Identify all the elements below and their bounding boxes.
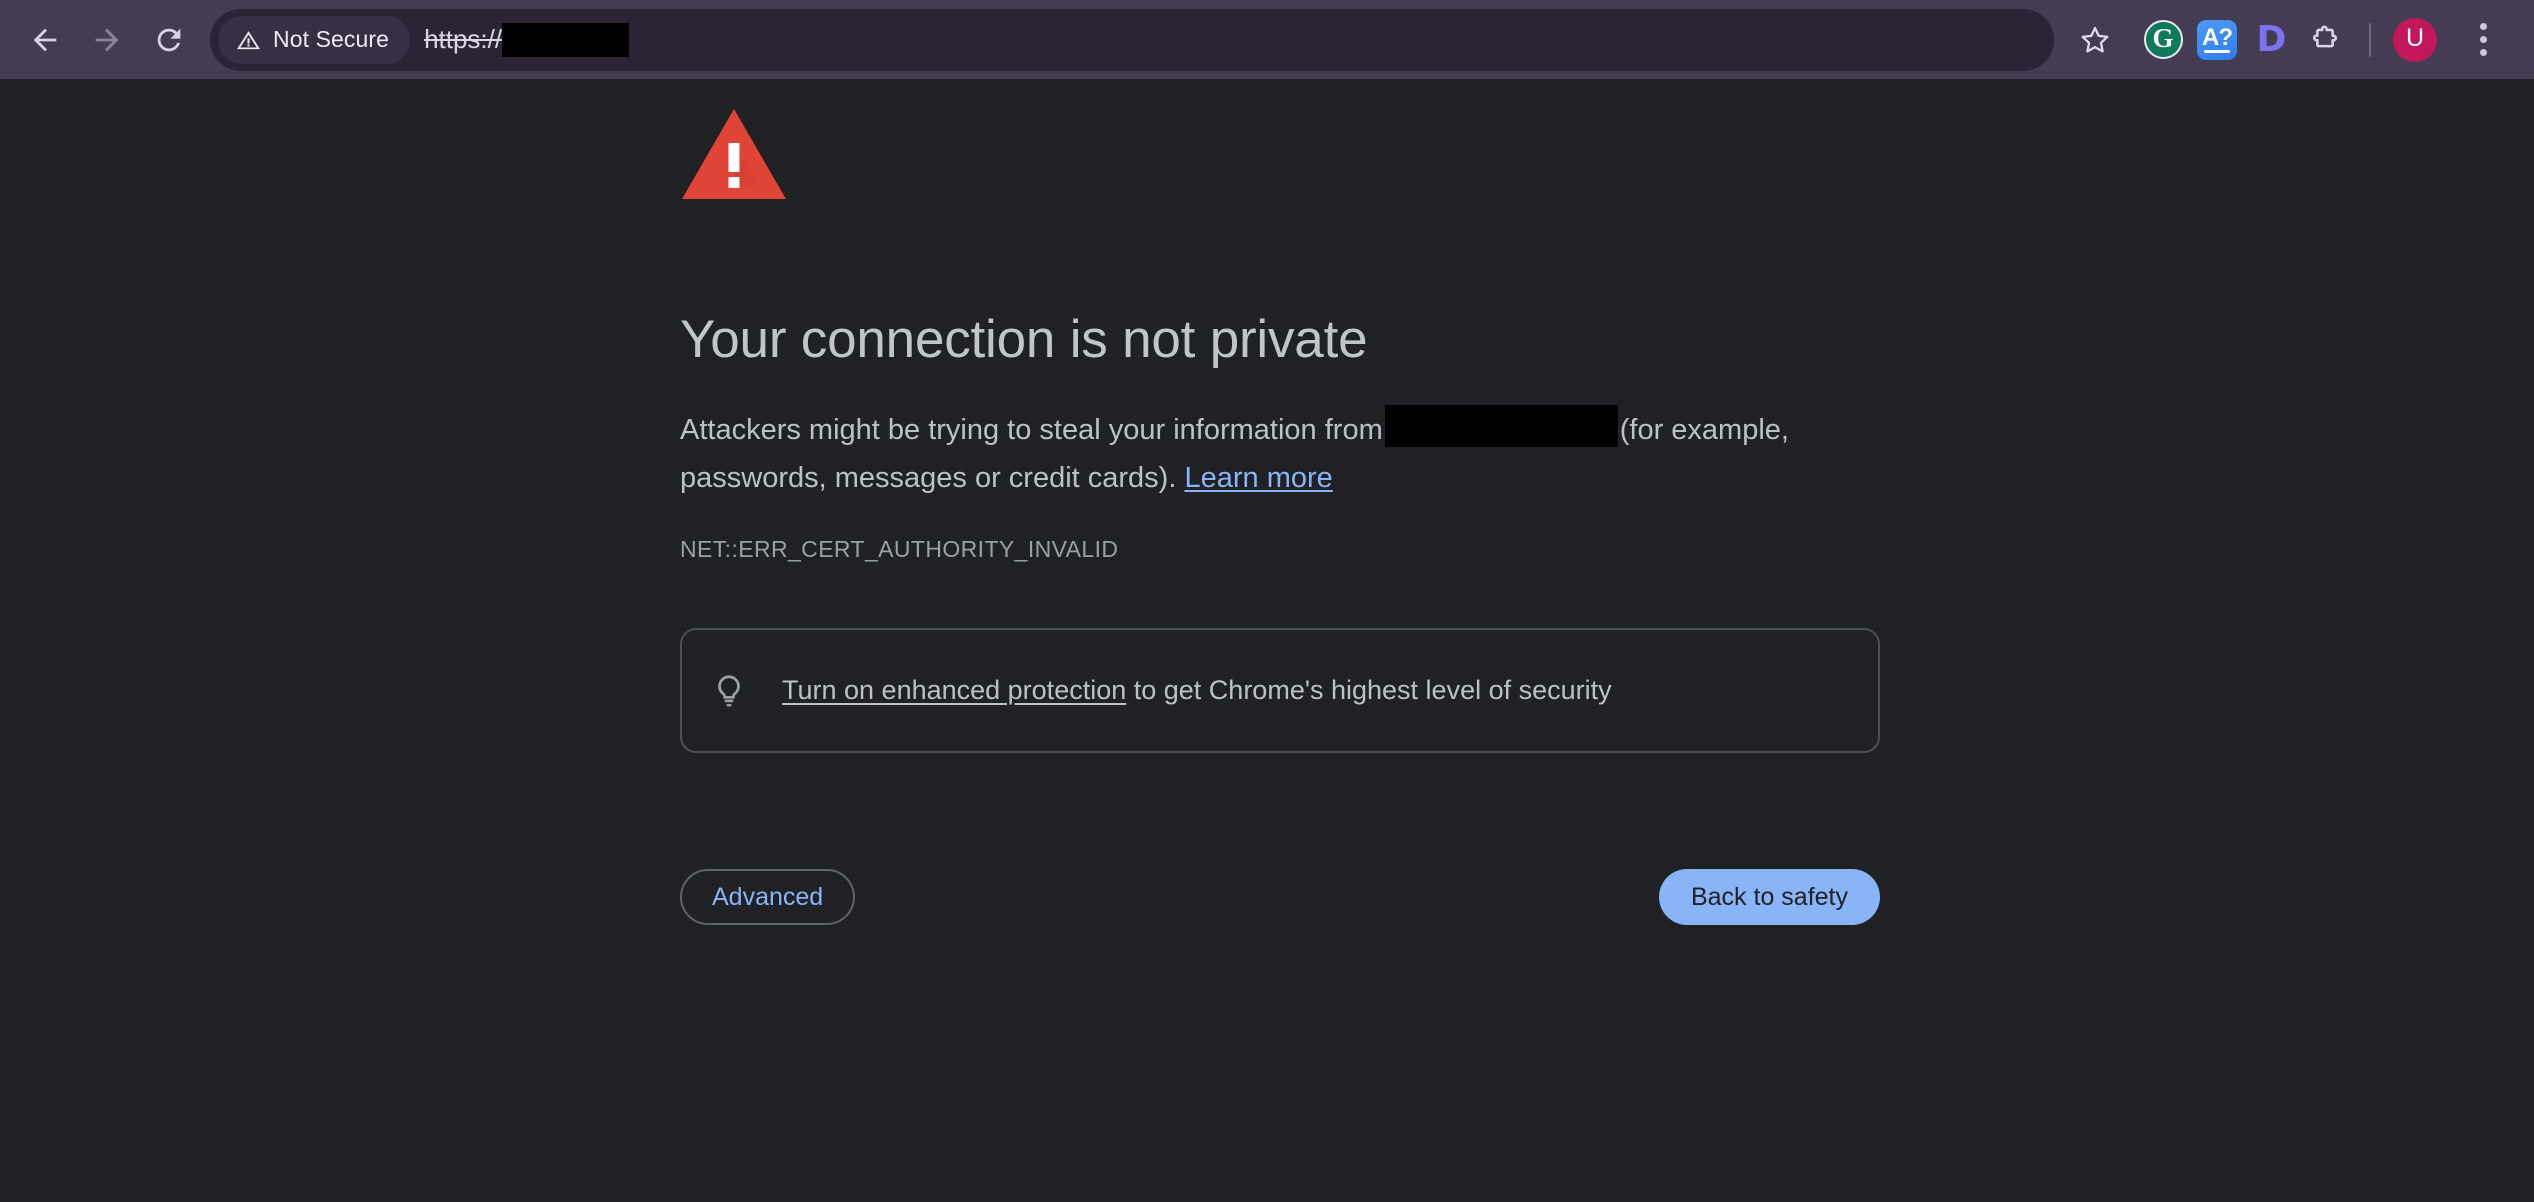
forward-arrow-icon (95, 28, 119, 51)
dictionary-letter: A? (2202, 24, 2233, 51)
host-redaction-box (1384, 405, 1618, 447)
security-status-chip[interactable]: Not Secure (218, 15, 411, 64)
avatar: U (2393, 17, 2437, 62)
interstitial-content: Your connection is not private Attackers… (680, 107, 1880, 925)
enhanced-protection-box[interactable]: Turn on enhanced protection to get Chrom… (680, 628, 1880, 753)
interstitial-description: Attackers might be trying to steal your … (680, 405, 1865, 502)
avatar-initial: U (2405, 24, 2425, 52)
warning-triangle-icon (237, 31, 260, 50)
back-to-safety-button[interactable]: Back to safety (1658, 869, 1880, 925)
url-scheme: https:// (424, 24, 503, 54)
url-host-redaction-box (502, 22, 630, 57)
enhanced-protection-text: Turn on enhanced protection to get Chrom… (782, 675, 1612, 706)
reload-button[interactable] (138, 9, 200, 71)
extensions-puzzle-icon (2312, 25, 2338, 47)
enhanced-protection-rest: to get Chrome's highest level of securit… (1126, 675, 1612, 705)
red-warning-triangle-icon (680, 107, 1880, 207)
grammarly-extension-button[interactable]: G (2136, 13, 2190, 67)
security-status-label: Not Secure (273, 26, 390, 52)
interstitial-page: Your connection is not private Attackers… (0, 79, 2534, 1202)
interstitial-actions: Advanced Back to safety (680, 869, 1880, 925)
forward-button[interactable] (76, 9, 138, 71)
back-button[interactable] (14, 9, 76, 71)
toolbar-divider (2369, 22, 2371, 57)
back-arrow-icon (33, 28, 57, 51)
kebab-menu-icon (2479, 23, 2487, 56)
lightbulb-icon (718, 674, 740, 706)
extensions-button[interactable] (2298, 13, 2352, 67)
profile-avatar-button[interactable]: U (2388, 13, 2442, 67)
page-title: Your connection is not private (680, 310, 1368, 369)
dictionary-extension-icon: A? (2197, 19, 2237, 60)
bookmark-star-button[interactable] (2068, 13, 2122, 67)
url-text[interactable]: https:// (424, 22, 2046, 57)
turn-on-enhanced-protection-link[interactable]: Turn on enhanced protection (782, 675, 1126, 705)
address-bar[interactable]: Not Secure https:// (210, 8, 2054, 71)
browser-toolbar: Not Secure https:// G A? D U (0, 0, 2534, 79)
d-extension-icon: D (2256, 18, 2287, 60)
grammarly-extension-icon: G (2143, 20, 2183, 59)
d-extension-button[interactable]: D (2244, 13, 2298, 67)
grammarly-letter: G (2152, 23, 2174, 53)
reload-icon (157, 28, 181, 51)
description-part-one: Attackers might be trying to steal your … (680, 414, 1383, 446)
chrome-menu-button[interactable] (2456, 13, 2510, 67)
bookmark-star-icon (2081, 26, 2109, 52)
error-code: NET::ERR_CERT_AUTHORITY_INVALID (680, 536, 1119, 562)
toolbar-actions: G A? D U (2068, 13, 2510, 67)
learn-more-link[interactable]: Learn more (1184, 462, 1332, 494)
dictionary-extension-button[interactable]: A? (2190, 13, 2244, 67)
advanced-button[interactable]: Advanced (680, 869, 856, 925)
